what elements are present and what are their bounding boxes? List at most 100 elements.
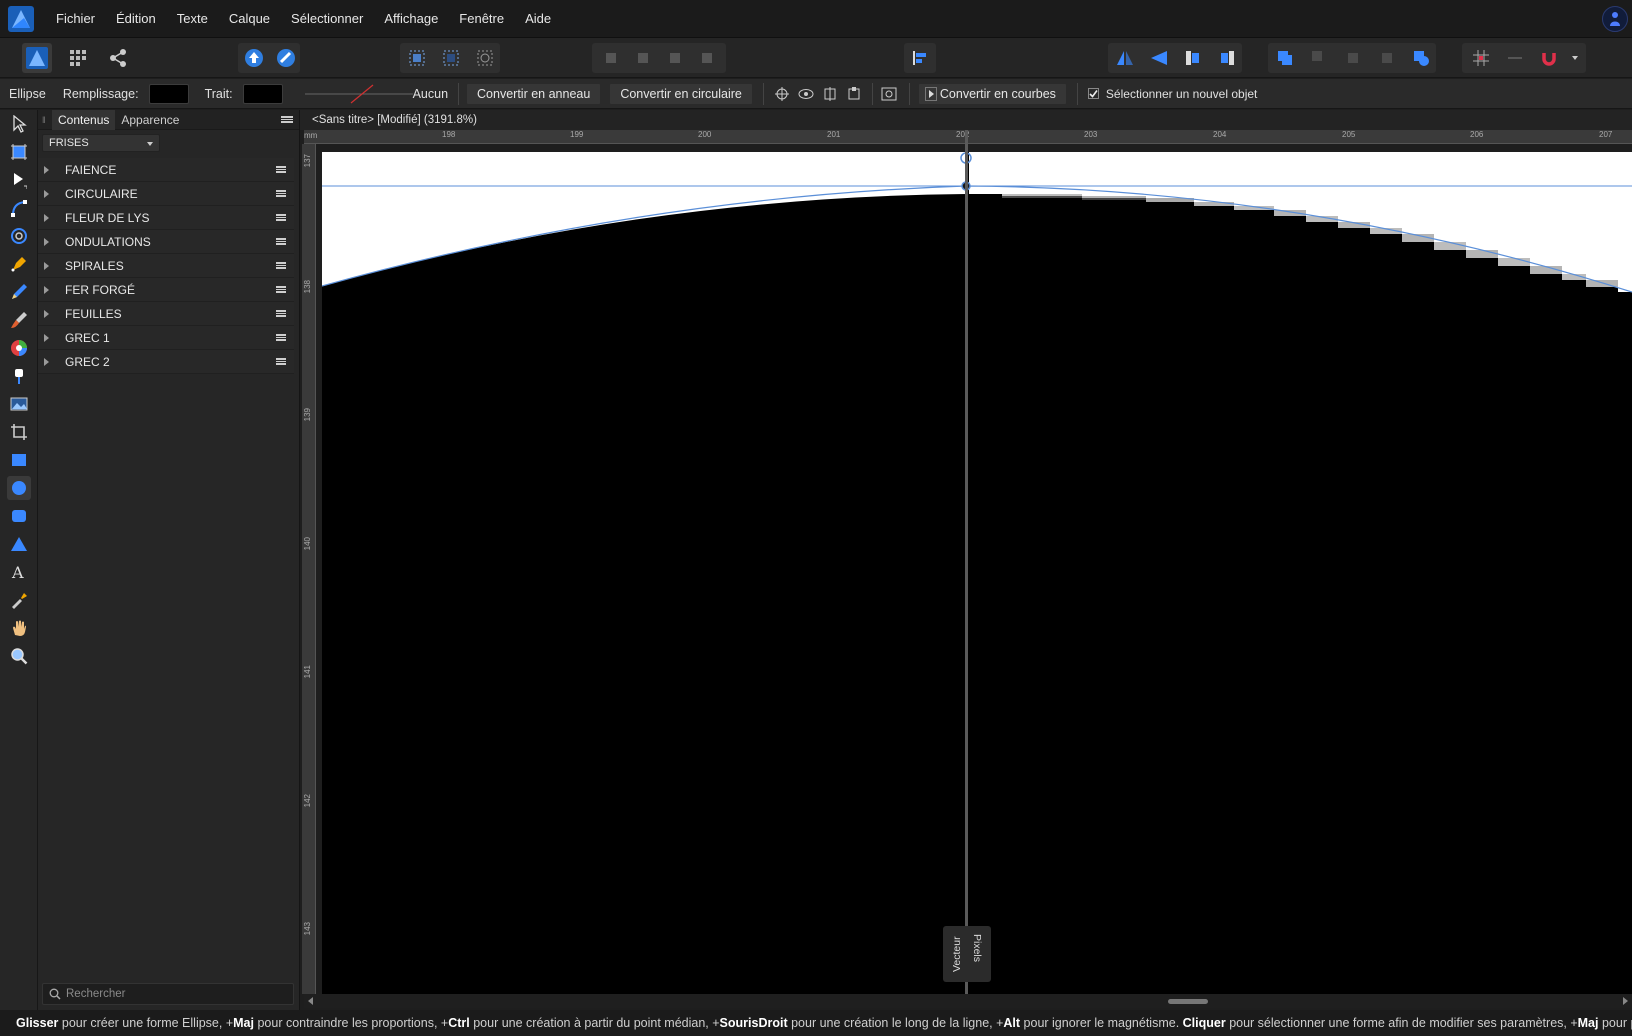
artistic-text-tool-icon[interactable]: A — [7, 560, 31, 584]
panel-menu-icon[interactable] — [281, 116, 293, 123]
document-tab[interactable]: <Sans titre> [Modifié] (3191.8%) — [300, 110, 1632, 130]
expand-arrow-icon[interactable] — [44, 261, 49, 270]
export-persona-icon[interactable] — [104, 43, 132, 73]
expand-arrow-icon[interactable] — [44, 357, 49, 366]
fill-swatch[interactable] — [148, 83, 189, 104]
horizontal-ruler[interactable]: mm 198 199 200 201 202 203 204 205 206 2… — [304, 130, 1632, 144]
arrange-forward-icon[interactable] — [660, 43, 690, 73]
split-view-divider[interactable] — [965, 130, 968, 994]
snapping-magnet-icon[interactable] — [1534, 43, 1564, 73]
expand-arrow-icon[interactable] — [44, 309, 49, 318]
scrollbar-thumb[interactable] — [1168, 999, 1208, 1004]
expand-arrow-icon[interactable] — [44, 237, 49, 246]
node-tool-icon[interactable] — [7, 168, 31, 192]
asset-group-row[interactable]: FER FORGÉ — [38, 278, 294, 302]
artboard-tool-icon[interactable] — [7, 140, 31, 164]
distribute-icon[interactable] — [818, 83, 842, 105]
group-menu-icon[interactable] — [276, 166, 286, 173]
category-dropdown[interactable]: FRISES — [42, 134, 160, 152]
asset-group-row[interactable]: FEUILLES — [38, 302, 294, 326]
rotate-selection-icon[interactable] — [877, 83, 901, 105]
expand-arrow-icon[interactable] — [44, 285, 49, 294]
group-menu-icon[interactable] — [276, 190, 286, 197]
convert-circular-button[interactable]: Convertir en circulaire — [609, 82, 753, 105]
account-icon[interactable] — [1602, 6, 1628, 32]
ellipse-shape[interactable] — [322, 152, 1632, 994]
expand-arrow-icon[interactable] — [44, 189, 49, 198]
invert-selection-icon[interactable] — [470, 43, 500, 73]
group-menu-icon[interactable] — [276, 358, 286, 365]
boolean-icon[interactable] — [272, 43, 300, 73]
group-menu-icon[interactable] — [276, 310, 286, 317]
zoom-tool-icon[interactable] — [7, 644, 31, 668]
stroke-style-preview[interactable] — [303, 84, 418, 104]
menu-texte[interactable]: Texte — [177, 11, 208, 26]
triangle-tool-icon[interactable] — [7, 532, 31, 556]
expand-arrow-icon[interactable] — [44, 333, 49, 342]
asset-group-row[interactable]: SPIRALES — [38, 254, 294, 278]
panel-grip-icon[interactable]: ‖ — [38, 115, 52, 125]
group-menu-icon[interactable] — [276, 238, 286, 245]
convert-ring-button[interactable]: Convertir en anneau — [466, 82, 602, 105]
tab-apparence[interactable]: Apparence — [115, 110, 185, 130]
boolean-xor-icon[interactable] — [1372, 43, 1402, 73]
rounded-rectangle-tool-icon[interactable] — [7, 504, 31, 528]
arrange-back-icon[interactable] — [596, 43, 626, 73]
menu-edition[interactable]: Édition — [116, 11, 156, 26]
canvas[interactable] — [322, 152, 1632, 994]
contour-tool-icon[interactable] — [7, 224, 31, 248]
group-menu-icon[interactable] — [276, 214, 286, 221]
fill-tool-icon[interactable] — [7, 336, 31, 360]
move-forward-icon[interactable] — [240, 43, 268, 73]
split-view-handle[interactable]: Vecteur Pixels — [943, 926, 991, 982]
vector-brush-tool-icon[interactable] — [7, 308, 31, 332]
move-tool-icon[interactable] — [7, 112, 31, 136]
rotate-left-icon[interactable] — [1178, 43, 1208, 73]
menu-fichier[interactable]: Fichier — [56, 11, 95, 26]
asset-group-row[interactable]: ONDULATIONS — [38, 230, 294, 254]
select-none-icon[interactable] — [436, 43, 466, 73]
asset-group-row[interactable]: GREC 2 — [38, 350, 294, 374]
asset-group-row[interactable]: CIRCULAIRE — [38, 182, 294, 206]
horizontal-scrollbar[interactable] — [304, 994, 1632, 1008]
rotate-right-icon[interactable] — [1212, 43, 1242, 73]
boolean-intersect-icon[interactable] — [1338, 43, 1368, 73]
grid-icon[interactable] — [1466, 43, 1496, 73]
group-menu-icon[interactable] — [276, 334, 286, 341]
scroll-right-arrow-icon[interactable] — [1623, 997, 1628, 1005]
expand-arrow-icon[interactable] — [44, 213, 49, 222]
crop-tool-icon[interactable] — [7, 420, 31, 444]
menu-affichage[interactable]: Affichage — [384, 11, 438, 26]
ellipse-tool-icon[interactable] — [7, 476, 31, 500]
menu-aide[interactable]: Aide — [525, 11, 551, 26]
transform-box-icon[interactable] — [842, 83, 866, 105]
designer-persona-icon[interactable] — [22, 43, 52, 73]
point-transform-tool-icon[interactable] — [7, 196, 31, 220]
boolean-subtract-icon[interactable] — [1304, 43, 1334, 73]
select-all-icon[interactable] — [402, 43, 432, 73]
transform-origin-icon[interactable] — [770, 83, 794, 105]
flip-vertical-icon[interactable] — [1144, 43, 1174, 73]
convert-curves-button[interactable]: Convertir en courbes — [917, 82, 1067, 105]
place-image-tool-icon[interactable] — [7, 392, 31, 416]
align-icon[interactable] — [906, 43, 934, 73]
vertical-ruler[interactable]: 137 138 139 140 141 142 143 — [302, 144, 316, 994]
hide-selection-icon[interactable] — [794, 83, 818, 105]
search-input[interactable]: Rechercher — [42, 983, 294, 1005]
menu-fenetre[interactable]: Fenêtre — [459, 11, 504, 26]
arrange-front-icon[interactable] — [692, 43, 722, 73]
stroke-swatch[interactable] — [242, 83, 283, 104]
hand-tool-icon[interactable] — [7, 616, 31, 640]
rectangle-tool-icon[interactable] — [7, 448, 31, 472]
flip-horizontal-icon[interactable] — [1110, 43, 1140, 73]
select-new-object-checkbox[interactable] — [1087, 88, 1099, 99]
color-picker-tool-icon[interactable] — [7, 588, 31, 612]
asset-group-row[interactable]: GREC 1 — [38, 326, 294, 350]
asset-group-row[interactable]: FLEUR DE LYS — [38, 206, 294, 230]
guides-icon[interactable] — [1500, 43, 1530, 73]
transparency-tool-icon[interactable] — [7, 364, 31, 388]
pen-tool-icon[interactable] — [7, 252, 31, 276]
pencil-tool-icon[interactable] — [7, 280, 31, 304]
group-menu-icon[interactable] — [276, 262, 286, 269]
tab-contenus[interactable]: Contenus — [52, 109, 116, 130]
